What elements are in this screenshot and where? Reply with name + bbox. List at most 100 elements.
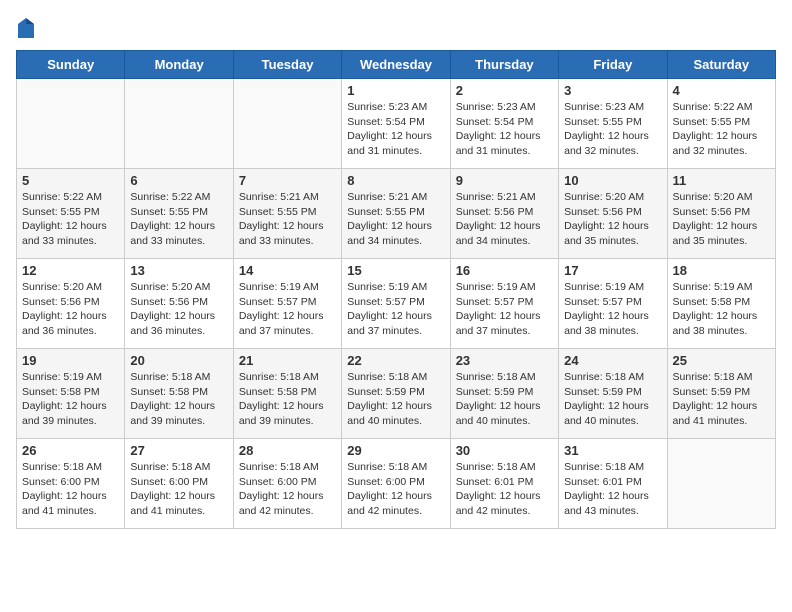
calendar-cell: 23 Sunrise: 5:18 AMSunset: 5:59 PMDayligh…	[450, 349, 558, 439]
logo	[16, 16, 40, 40]
cell-info: Sunrise: 5:22 AMSunset: 5:55 PMDaylight:…	[673, 101, 758, 157]
date-number: 9	[456, 173, 553, 188]
day-header-saturday: Saturday	[667, 51, 775, 79]
header	[16, 16, 776, 40]
date-number: 25	[673, 353, 770, 368]
date-number: 10	[564, 173, 661, 188]
cell-info: Sunrise: 5:19 AMSunset: 5:58 PMDaylight:…	[22, 371, 107, 427]
cell-info: Sunrise: 5:22 AMSunset: 5:55 PMDaylight:…	[22, 191, 107, 247]
calendar-cell: 15 Sunrise: 5:19 AMSunset: 5:57 PMDayligh…	[342, 259, 450, 349]
date-number: 31	[564, 443, 661, 458]
date-number: 5	[22, 173, 119, 188]
cell-info: Sunrise: 5:21 AMSunset: 5:55 PMDaylight:…	[347, 191, 432, 247]
cell-info: Sunrise: 5:23 AMSunset: 5:54 PMDaylight:…	[456, 101, 541, 157]
cell-info: Sunrise: 5:22 AMSunset: 5:55 PMDaylight:…	[130, 191, 215, 247]
calendar-cell	[233, 79, 341, 169]
calendar-cell: 7Sunrise: 5:21 AMSunset: 5:55 PMDaylight…	[233, 169, 341, 259]
cell-info: Sunrise: 5:23 AMSunset: 5:55 PMDaylight:…	[564, 101, 649, 157]
calendar-cell: 18 Sunrise: 5:19 AMSunset: 5:58 PMDayligh…	[667, 259, 775, 349]
cell-info: Sunrise: 5:18 AMSunset: 6:01 PMDaylight:…	[456, 461, 541, 517]
calendar-table: SundayMondayTuesdayWednesdayThursdayFrid…	[16, 50, 776, 529]
date-number: 27	[130, 443, 227, 458]
calendar-cell: 26 Sunrise: 5:18 AMSunset: 6:00 PMDayligh…	[17, 439, 125, 529]
date-number: 29	[347, 443, 444, 458]
cell-info: Sunrise: 5:19 AMSunset: 5:57 PMDaylight:…	[564, 281, 649, 337]
calendar-cell: 22 Sunrise: 5:18 AMSunset: 5:59 PMDayligh…	[342, 349, 450, 439]
day-header-tuesday: Tuesday	[233, 51, 341, 79]
date-number: 4	[673, 83, 770, 98]
date-number: 28	[239, 443, 336, 458]
date-number: 6	[130, 173, 227, 188]
day-header-wednesday: Wednesday	[342, 51, 450, 79]
date-number: 23	[456, 353, 553, 368]
date-number: 21	[239, 353, 336, 368]
date-number: 16	[456, 263, 553, 278]
date-number: 17	[564, 263, 661, 278]
calendar-cell: 28 Sunrise: 5:18 AMSunset: 6:00 PMDayligh…	[233, 439, 341, 529]
date-number: 30	[456, 443, 553, 458]
day-header-friday: Friday	[559, 51, 667, 79]
date-number: 19	[22, 353, 119, 368]
calendar-cell: 30 Sunrise: 5:18 AMSunset: 6:01 PMDayligh…	[450, 439, 558, 529]
calendar-cell	[125, 79, 233, 169]
calendar-cell: 29 Sunrise: 5:18 AMSunset: 6:00 PMDayligh…	[342, 439, 450, 529]
date-number: 14	[239, 263, 336, 278]
calendar-cell: 13Sunrise: 5:20 AMSunset: 5:56 PMDayligh…	[125, 259, 233, 349]
cell-info: Sunrise: 5:18 AMSunset: 6:00 PMDaylight:…	[239, 461, 324, 517]
calendar-cell: 11 Sunrise: 5:20 AMSunset: 5:56 PMDayligh…	[667, 169, 775, 259]
calendar-cell: 17 Sunrise: 5:19 AMSunset: 5:57 PMDayligh…	[559, 259, 667, 349]
cell-info: Sunrise: 5:20 AMSunset: 5:56 PMDaylight:…	[673, 191, 758, 247]
calendar-cell: 19 Sunrise: 5:19 AMSunset: 5:58 PMDayligh…	[17, 349, 125, 439]
calendar-cell: 24 Sunrise: 5:18 AMSunset: 5:59 PMDayligh…	[559, 349, 667, 439]
cell-info: Sunrise: 5:21 AMSunset: 5:55 PMDaylight:…	[239, 191, 324, 247]
calendar-cell: 10 Sunrise: 5:20 AMSunset: 5:56 PMDayligh…	[559, 169, 667, 259]
calendar-cell: 16 Sunrise: 5:19 AMSunset: 5:57 PMDayligh…	[450, 259, 558, 349]
cell-info: Sunrise: 5:19 AMSunset: 5:57 PMDaylight:…	[239, 281, 324, 337]
calendar-cell: 5 Sunrise: 5:22 AMSunset: 5:55 PMDaylight…	[17, 169, 125, 259]
calendar-cell	[667, 439, 775, 529]
cell-info: Sunrise: 5:19 AMSunset: 5:57 PMDaylight:…	[347, 281, 432, 337]
day-header-thursday: Thursday	[450, 51, 558, 79]
calendar-cell: 20 Sunrise: 5:18 AMSunset: 5:58 PMDayligh…	[125, 349, 233, 439]
date-number: 1	[347, 83, 444, 98]
cell-info: Sunrise: 5:20 AMSunset: 5:56 PMDaylight:…	[564, 191, 649, 247]
date-number: 18	[673, 263, 770, 278]
cell-info: Sunrise: 5:19 AMSunset: 5:57 PMDaylight:…	[456, 281, 541, 337]
cell-info: Sunrise: 5:18 AMSunset: 5:58 PMDaylight:…	[239, 371, 324, 427]
cell-info: Sunrise: 5:18 AMSunset: 5:59 PMDaylight:…	[673, 371, 758, 427]
date-number: 22	[347, 353, 444, 368]
cell-info: Sunrise: 5:20 AMSunset: 5:56 PMDaylight:…	[22, 281, 107, 337]
calendar-cell: 3 Sunrise: 5:23 AMSunset: 5:55 PMDaylight…	[559, 79, 667, 169]
calendar-cell: 9 Sunrise: 5:21 AMSunset: 5:56 PMDaylight…	[450, 169, 558, 259]
date-number: 20	[130, 353, 227, 368]
cell-info: Sunrise: 5:19 AMSunset: 5:58 PMDaylight:…	[673, 281, 758, 337]
date-number: 15	[347, 263, 444, 278]
calendar-cell: 31 Sunrise: 5:18 AMSunset: 6:01 PMDayligh…	[559, 439, 667, 529]
day-header-monday: Monday	[125, 51, 233, 79]
calendar-cell: 14 Sunrise: 5:19 AMSunset: 5:57 PMDayligh…	[233, 259, 341, 349]
cell-info: Sunrise: 5:18 AMSunset: 6:00 PMDaylight:…	[347, 461, 432, 517]
cell-info: Sunrise: 5:18 AMSunset: 6:01 PMDaylight:…	[564, 461, 649, 517]
cell-info: Sunrise: 5:23 AMSunset: 5:54 PMDaylight:…	[347, 101, 432, 157]
cell-info: Sunrise: 5:18 AMSunset: 6:00 PMDaylight:…	[22, 461, 107, 517]
date-number: 11	[673, 173, 770, 188]
calendar-cell: 8 Sunrise: 5:21 AMSunset: 5:55 PMDaylight…	[342, 169, 450, 259]
cell-info: Sunrise: 5:21 AMSunset: 5:56 PMDaylight:…	[456, 191, 541, 247]
cell-info: Sunrise: 5:18 AMSunset: 5:59 PMDaylight:…	[347, 371, 432, 427]
cell-info: Sunrise: 5:18 AMSunset: 5:59 PMDaylight:…	[564, 371, 649, 427]
calendar-cell: 25 Sunrise: 5:18 AMSunset: 5:59 PMDayligh…	[667, 349, 775, 439]
date-number: 24	[564, 353, 661, 368]
cell-info: Sunrise: 5:20 AMSunset: 5:56 PMDaylight:…	[130, 281, 215, 337]
date-number: 2	[456, 83, 553, 98]
cell-info: Sunrise: 5:18 AMSunset: 5:58 PMDaylight:…	[130, 371, 215, 427]
date-number: 3	[564, 83, 661, 98]
calendar-cell	[17, 79, 125, 169]
calendar-cell: 1 Sunrise: 5:23 AMSunset: 5:54 PMDaylight…	[342, 79, 450, 169]
cell-info: Sunrise: 5:18 AMSunset: 5:59 PMDaylight:…	[456, 371, 541, 427]
date-number: 12	[22, 263, 119, 278]
date-number: 26	[22, 443, 119, 458]
cell-info: Sunrise: 5:18 AMSunset: 6:00 PMDaylight:…	[130, 461, 215, 517]
date-number: 8	[347, 173, 444, 188]
calendar-cell: 21 Sunrise: 5:18 AMSunset: 5:58 PMDayligh…	[233, 349, 341, 439]
calendar-cell: 12 Sunrise: 5:20 AMSunset: 5:56 PMDayligh…	[17, 259, 125, 349]
